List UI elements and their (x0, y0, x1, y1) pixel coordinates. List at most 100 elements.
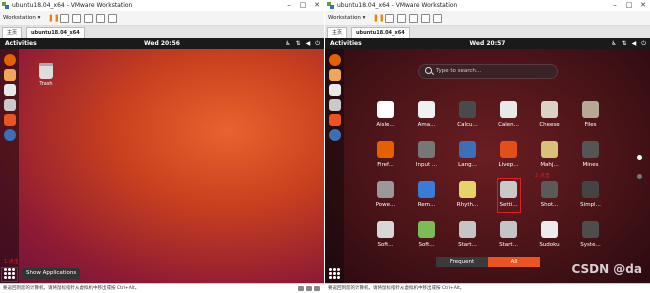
app-icon (418, 221, 435, 238)
app-tile[interactable]: Mines (570, 137, 611, 177)
unity-icon[interactable] (108, 14, 117, 23)
view-switcher: Frequent All (436, 257, 540, 267)
app-tile[interactable]: Aisle... (365, 97, 406, 137)
minimize-button[interactable]: – (282, 0, 296, 11)
device-icon[interactable] (306, 286, 312, 291)
app-icon (582, 181, 599, 198)
close-button[interactable]: ✕ (636, 0, 650, 11)
app-icon (500, 141, 517, 158)
fullscreen-icon[interactable] (421, 14, 430, 23)
app-tile[interactable]: Shot... (529, 177, 570, 217)
app-tile[interactable]: Soft... (406, 217, 447, 257)
app-tile[interactable]: Livep... (488, 137, 529, 177)
app-tile[interactable]: Files (570, 97, 611, 137)
network-icon[interactable]: ⇅ (622, 38, 627, 49)
search-input[interactable]: Type to search... (418, 64, 558, 79)
network-icon[interactable]: ⇅ (296, 38, 301, 49)
app-label: Rhyth... (456, 202, 479, 208)
power-icon[interactable]: ⏻ (315, 38, 320, 49)
pause-icon[interactable]: ❚❚ (373, 14, 385, 23)
help-icon[interactable] (3, 129, 16, 141)
volume-icon[interactable]: ◀ (306, 38, 311, 49)
send-ctrl-alt-del-icon[interactable] (385, 14, 394, 23)
app-tile[interactable]: Setti... (488, 177, 529, 217)
workstation-menu[interactable]: Workstation ▾ (3, 11, 40, 26)
app-tile[interactable]: Firef... (365, 137, 406, 177)
close-button[interactable]: ✕ (310, 0, 324, 11)
tab-frequent[interactable]: Frequent (436, 257, 488, 267)
device-icon[interactable] (314, 286, 320, 291)
snapshot-manager-icon[interactable] (409, 14, 418, 23)
app-label: Simpl... (580, 202, 601, 208)
app-tile[interactable]: Start... (447, 217, 488, 257)
tab-home[interactable]: 主页 (2, 27, 23, 38)
accessibility-icon[interactable]: ♿ (285, 38, 290, 49)
libreoffice-writer-icon[interactable] (328, 99, 341, 111)
vm-screen[interactable]: Activities Wed 20:57 ♿ ⇅ ◀ ⏻ Type to sea… (325, 38, 650, 283)
snapshot-icon[interactable] (72, 14, 81, 23)
power-icon[interactable]: ⏻ (641, 38, 646, 49)
libreoffice-writer-icon[interactable] (3, 99, 16, 111)
app-tile[interactable]: Lang... (447, 137, 488, 177)
unity-icon[interactable] (433, 14, 442, 23)
clock[interactable]: Wed 20:57 (325, 38, 650, 49)
app-tile[interactable]: Calcu... (447, 97, 488, 137)
vm-screen[interactable]: Activities Wed 20:56 ♿ ⇅ ◀ ⏻ Trash 1.点击 … (0, 38, 324, 283)
rhythmbox-icon[interactable] (328, 84, 341, 96)
software-center-icon[interactable] (3, 114, 16, 126)
software-center-icon[interactable] (328, 114, 341, 126)
app-tile[interactable]: Mahj... (529, 137, 570, 177)
app-tile[interactable]: Cheese (529, 97, 570, 137)
tab-vm[interactable]: ubuntu18.04_x64 (351, 27, 410, 38)
workstation-menu[interactable]: Workstation ▾ (328, 11, 365, 26)
app-tile[interactable]: Start... (488, 217, 529, 257)
vmware-logo-icon (327, 2, 334, 9)
volume-icon[interactable]: ◀ (632, 38, 637, 49)
fullscreen-icon[interactable] (96, 14, 105, 23)
status-text: 要返回到您的计算机，请将鼠标指针从虚拟机中移出或按 Ctrl+Alt。 (3, 286, 140, 291)
page-dot[interactable] (637, 174, 642, 179)
page-dot[interactable] (637, 155, 642, 160)
show-applications-icon[interactable] (329, 268, 340, 279)
maximize-button[interactable]: □ (296, 0, 310, 11)
app-tile[interactable]: Input ... (406, 137, 447, 177)
app-tile[interactable]: Syste... (570, 217, 611, 257)
window-title: ubuntu18.04_x64 - VMware Workstation (337, 2, 458, 9)
clock[interactable]: Wed 20:56 (0, 38, 324, 49)
thunderbird-icon[interactable] (3, 69, 16, 81)
thunderbird-icon[interactable] (328, 69, 341, 81)
app-label: Start... (499, 242, 518, 248)
minimize-button[interactable]: – (608, 0, 622, 11)
app-tile[interactable]: Sudoku (529, 217, 570, 257)
app-tile-empty (611, 137, 650, 177)
firefox-icon[interactable] (328, 54, 341, 66)
app-tile[interactable]: Calen... (488, 97, 529, 137)
device-icon[interactable] (298, 286, 304, 291)
app-label: Input ... (415, 162, 438, 168)
app-tile[interactable]: Ama... (406, 97, 447, 137)
tab-home[interactable]: 主页 (327, 27, 348, 38)
tab-all[interactable]: All (488, 257, 540, 267)
snapshot-icon[interactable] (397, 14, 406, 23)
rhythmbox-icon[interactable] (3, 84, 16, 96)
pause-icon[interactable]: ❚❚ (48, 14, 60, 23)
search-icon (425, 67, 432, 74)
accessibility-icon[interactable]: ♿ (611, 38, 616, 49)
snapshot-manager-icon[interactable] (84, 14, 93, 23)
app-tile[interactable]: Rhyth... (447, 177, 488, 217)
app-tile[interactable]: Powe... (365, 177, 406, 217)
trash-desktop-item[interactable]: Trash (36, 63, 56, 87)
app-tile[interactable]: Rem... (406, 177, 447, 217)
app-tile-empty (611, 177, 650, 217)
tab-vm[interactable]: ubuntu18.04_x64 (26, 27, 85, 38)
app-label: Lang... (458, 162, 477, 168)
help-icon[interactable] (328, 129, 341, 141)
maximize-button[interactable]: □ (622, 0, 636, 11)
trash-icon (39, 63, 53, 79)
vmware-window-right: ubuntu18.04_x64 - VMware Workstation – □… (325, 0, 650, 293)
firefox-icon[interactable] (3, 54, 16, 66)
app-tile[interactable]: Simpl... (570, 177, 611, 217)
app-label: Powe... (375, 202, 396, 208)
send-ctrl-alt-del-icon[interactable] (60, 14, 69, 23)
app-tile[interactable]: Soft... (365, 217, 406, 257)
